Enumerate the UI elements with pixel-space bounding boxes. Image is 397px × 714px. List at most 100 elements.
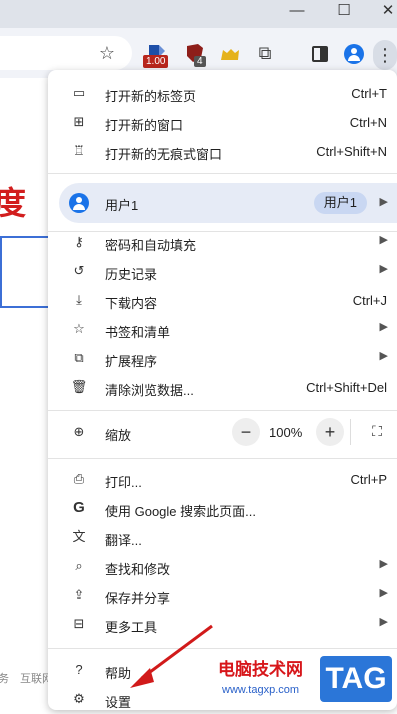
print-icon: ⎙ xyxy=(73,471,85,486)
menu-profile-row[interactable]: 用户1 用户1 ▶ xyxy=(59,183,397,223)
chevron-right-icon: ▶ xyxy=(379,263,388,275)
tag-logo: TAG xyxy=(320,656,392,702)
chevron-right-icon: ▶ xyxy=(379,350,388,362)
extension-2-icon[interactable]: 4 xyxy=(184,43,208,69)
menu-item-shortcut: Ctrl+P xyxy=(350,472,387,487)
menu-item-history[interactable]: ↺ 历史记录 ▶ xyxy=(48,257,397,286)
star-icon: ☆ xyxy=(73,321,85,336)
extension-1-icon[interactable]: 1.00 xyxy=(143,43,171,69)
menu-item-new-tab[interactable]: ▭ 打开新的标签页 Ctrl+T xyxy=(48,79,397,108)
menu-item-label: 打印... xyxy=(105,475,142,490)
menu-item-label: 清除浏览数据... xyxy=(105,383,194,398)
key-icon: ⚷ xyxy=(74,234,84,249)
profile-avatar-icon[interactable] xyxy=(344,44,364,64)
bookmark-star-icon[interactable]: ☆ xyxy=(95,41,119,65)
menu-item-label: 历史记录 xyxy=(105,267,158,282)
share-icon: ⇪ xyxy=(73,587,85,602)
profile-badge: 用户1 xyxy=(313,192,367,214)
menu-item-label: 使用 Google 搜索此页面... xyxy=(105,504,256,519)
menu-item-passwords[interactable]: ⚷ 密码和自动填充 ▶ xyxy=(48,228,397,257)
extensions-puzzle-icon[interactable]: ⧉ xyxy=(253,41,277,65)
fullscreen-icon[interactable]: ⛶ xyxy=(368,422,386,440)
menu-item-new-window[interactable]: ⊞ 打开新的窗口 Ctrl+N xyxy=(48,108,397,137)
zoom-value: 100% xyxy=(269,425,303,440)
gear-icon: ⚙ xyxy=(73,691,85,706)
extension-2-badge: 4 xyxy=(194,56,206,67)
chevron-right-icon: ▶ xyxy=(379,196,388,208)
chevron-right-icon: ▶ xyxy=(379,616,388,628)
menu-item-label: 下载内容 xyxy=(105,296,158,311)
watermark-url: www.tagxp.com xyxy=(222,684,300,696)
page-footer-text: 务 xyxy=(0,673,9,685)
menu-item-extensions[interactable]: ⧉ 扩展程序 ▶ xyxy=(48,344,397,373)
translate-icon: 文 xyxy=(72,529,86,544)
incognito-icon: ♖ xyxy=(73,143,85,158)
chevron-right-icon: ▶ xyxy=(379,234,388,246)
new-tab-icon: ▭ xyxy=(72,85,86,100)
puzzle-icon: ⧉ xyxy=(74,350,84,365)
menu-item-more-tools[interactable]: ⊟ 更多工具 ▶ xyxy=(48,610,397,639)
zoom-magnifier-icon: ⊕ xyxy=(73,424,85,439)
menu-item-translate[interactable]: 文 翻译... xyxy=(48,523,397,552)
menu-item-google-search[interactable]: G 使用 Google 搜索此页面... xyxy=(48,494,397,523)
menu-separator xyxy=(48,410,397,411)
zoom-label: 缩放 xyxy=(105,428,132,443)
download-icon: ⤓ xyxy=(76,292,82,307)
menu-item-save-share[interactable]: ⇪ 保存并分享 ▶ xyxy=(48,581,397,610)
menu-item-label: 密码和自动填充 xyxy=(105,238,197,253)
watermark-site-name: 电脑技术网 xyxy=(218,660,303,679)
maximize-button[interactable]: ☐ xyxy=(334,2,354,22)
trash-icon: 🗑 xyxy=(70,379,88,394)
annotation-arrow xyxy=(130,624,213,688)
help-icon: ? xyxy=(75,662,83,677)
chevron-right-icon: ▶ xyxy=(379,558,388,570)
menu-item-label: 书签和清单 xyxy=(105,325,171,340)
menu-item-incognito[interactable]: ♖ 打开新的无痕式窗口 Ctrl+Shift+N xyxy=(48,137,397,166)
menu-item-label: 打开新的窗口 xyxy=(105,118,184,133)
menu-kebab-icon[interactable]: ⋮ xyxy=(373,40,397,70)
menu-item-find-edit[interactable]: ⌕ 查找和修改 ▶ xyxy=(48,552,397,581)
menu-separator xyxy=(48,648,397,649)
menu-item-clear-data[interactable]: 🗑 清除浏览数据... Ctrl+Shift+Del xyxy=(48,373,397,402)
menu-item-label: 翻译... xyxy=(105,533,142,548)
menu-item-downloads[interactable]: ⤓ 下载内容 Ctrl+J xyxy=(48,286,397,315)
google-icon: G xyxy=(73,499,85,516)
menu-item-label: 保存并分享 xyxy=(105,591,171,606)
page-heading-fragment: 度 xyxy=(0,185,27,221)
menu-item-label: 扩展程序 xyxy=(105,354,158,369)
cat-icon xyxy=(221,49,239,60)
zoom-out-button[interactable]: − xyxy=(232,418,260,446)
toolbox-icon: ⊟ xyxy=(73,616,85,631)
extension-1-badge: 1.00 xyxy=(143,55,169,68)
chrome-main-menu: ▭ 打开新的标签页 Ctrl+T ⊞ 打开新的窗口 Ctrl+N ♖ 打开新的无… xyxy=(48,70,397,710)
new-window-icon: ⊞ xyxy=(73,114,85,129)
menu-item-shortcut: Ctrl+J xyxy=(352,293,387,308)
menu-item-shortcut: Ctrl+Shift+Del xyxy=(306,380,387,395)
menu-item-bookmarks[interactable]: ☆ 书签和清单 ▶ xyxy=(48,315,397,344)
profile-name: 用户1 xyxy=(105,198,139,213)
page-input-border xyxy=(0,236,2,308)
menu-item-shortcut: Ctrl+N xyxy=(349,115,387,130)
history-icon: ↺ xyxy=(73,263,85,278)
page-divider xyxy=(0,306,48,308)
zoom-divider xyxy=(350,419,351,445)
side-panel-icon[interactable] xyxy=(312,46,328,62)
menu-item-shortcut: Ctrl+T xyxy=(351,86,387,101)
menu-item-print[interactable]: ⎙ 打印... Ctrl+P xyxy=(48,465,397,494)
menu-item-label: 查找和修改 xyxy=(105,562,171,577)
menu-item-label: 打开新的标签页 xyxy=(105,89,197,104)
close-window-button[interactable]: ✕ xyxy=(378,2,397,22)
page-divider xyxy=(0,236,48,238)
find-icon: ⌕ xyxy=(75,558,83,573)
menu-item-label: 打开新的无痕式窗口 xyxy=(105,147,223,162)
minimize-button[interactable]: — xyxy=(287,2,307,22)
menu-separator xyxy=(48,458,397,459)
user-avatar-icon xyxy=(69,193,89,213)
menu-zoom-row: ⊕ 缩放 xyxy=(48,418,397,447)
menu-item-shortcut: Ctrl+Shift+N xyxy=(316,144,387,159)
zoom-in-button[interactable]: + xyxy=(316,418,344,446)
menu-separator xyxy=(48,173,397,174)
extension-3-icon[interactable] xyxy=(219,44,241,64)
chevron-right-icon: ▶ xyxy=(379,587,388,599)
chevron-right-icon: ▶ xyxy=(379,321,388,333)
